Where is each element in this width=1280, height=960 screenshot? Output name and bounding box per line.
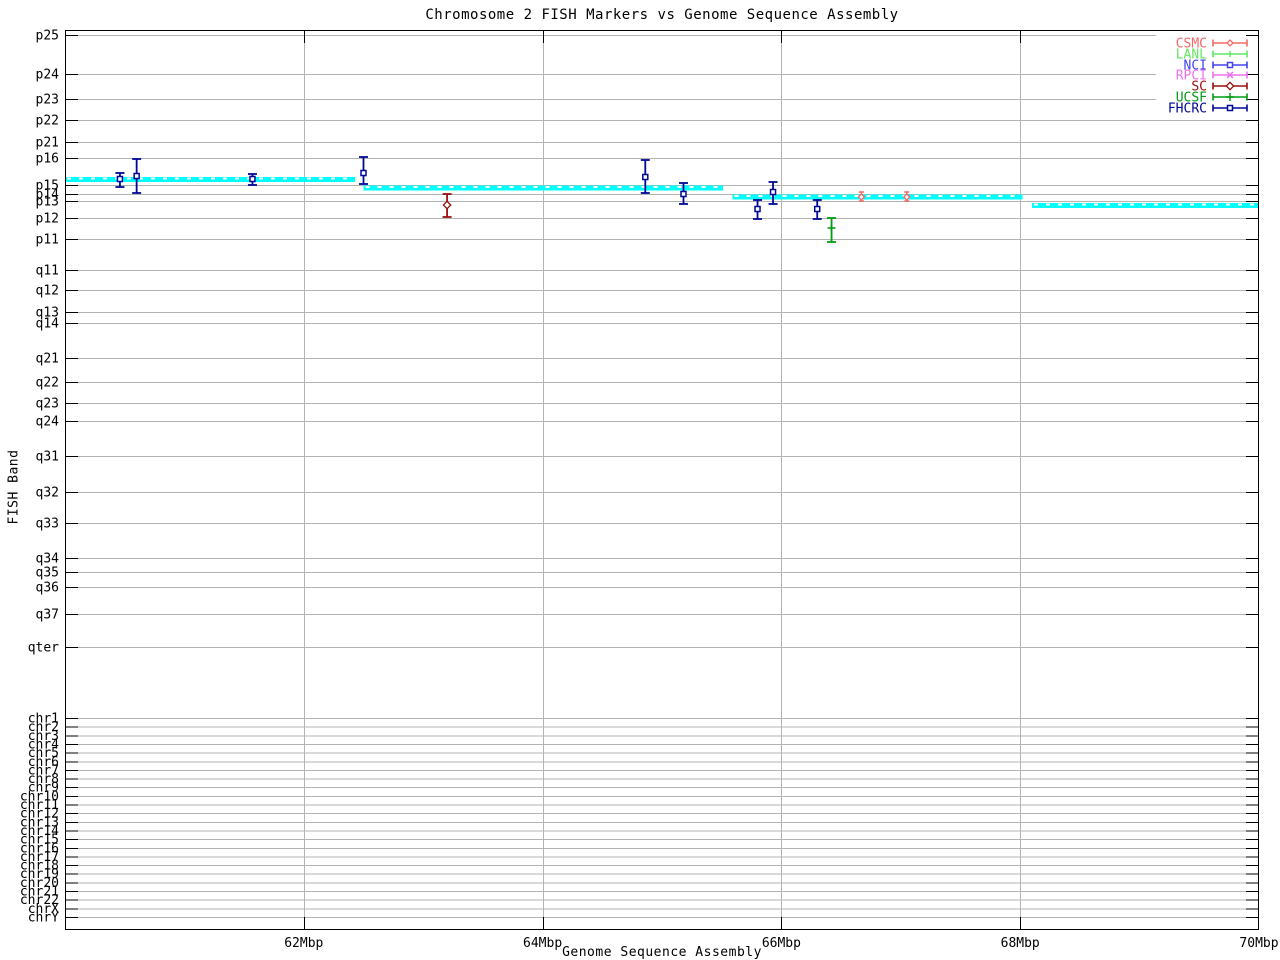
tick-label-q11: q11 (36, 264, 59, 279)
tick-label-q37: q37 (36, 608, 59, 623)
tick-label-q24: q24 (36, 415, 60, 430)
marker-FHCRC (680, 190, 687, 198)
marker-FHCRC (116, 175, 124, 183)
marker-FHCRC (642, 173, 649, 181)
tick-label-q14: q14 (36, 317, 60, 332)
legend-label-FHCRC: FHCRC (1168, 102, 1207, 117)
tick-label-q36: q36 (36, 581, 59, 596)
tick-label-p13: p13 (36, 195, 59, 210)
tick-label-q35: q35 (36, 566, 59, 581)
tick-label-q34: q34 (36, 552, 60, 567)
tick-label-q22: q22 (36, 376, 59, 391)
tick-label-p12: p12 (36, 212, 59, 227)
tick-label-q23: q23 (36, 397, 59, 412)
tick-label-p25: p25 (36, 29, 59, 44)
tick-label-chrY: chrY (28, 911, 59, 926)
tick-label-p23: p23 (36, 93, 59, 108)
tick-label-p16: p16 (36, 152, 59, 167)
legend-marker-NCI (1226, 61, 1234, 69)
x-axis-title: Genome Sequence Assembly (562, 945, 762, 960)
tick-label-q12: q12 (36, 284, 59, 299)
tick-label-p24: p24 (36, 68, 60, 83)
chart-title: Chromosome 2 FISH Markers vs Genome Sequ… (425, 7, 899, 23)
tick-label-q21: q21 (36, 352, 59, 367)
tick-label-q31: q31 (36, 450, 59, 465)
marker-FHCRC (133, 172, 140, 180)
marker-FHCRC (249, 175, 256, 183)
plot-border (65, 30, 1259, 930)
tick-label-q32: q32 (36, 486, 59, 501)
marker-FHCRC (754, 205, 761, 213)
y-axis-title: FISH Band (6, 449, 22, 525)
marker-FHCRC (360, 169, 367, 177)
legend-marker-FHCRC (1226, 104, 1234, 112)
assembly-band (65, 177, 356, 182)
tick-label-q33: q33 (36, 517, 59, 532)
marker-SC (442, 200, 452, 210)
tick-label-p11: p11 (36, 233, 59, 248)
marker-FHCRC (769, 188, 777, 196)
tick-label-p21: p21 (36, 136, 59, 151)
marker-FHCRC (813, 205, 821, 213)
chart-page: Chromosome 2 FISH Markers vs Genome Sequ… (0, 0, 1280, 960)
tick-label-qter: qter (28, 641, 59, 656)
plot-area: p25p24p23p22p21p16p15p14p13p12p11q11q12q… (20, 29, 1279, 952)
tick-label-p22: p22 (36, 114, 59, 129)
